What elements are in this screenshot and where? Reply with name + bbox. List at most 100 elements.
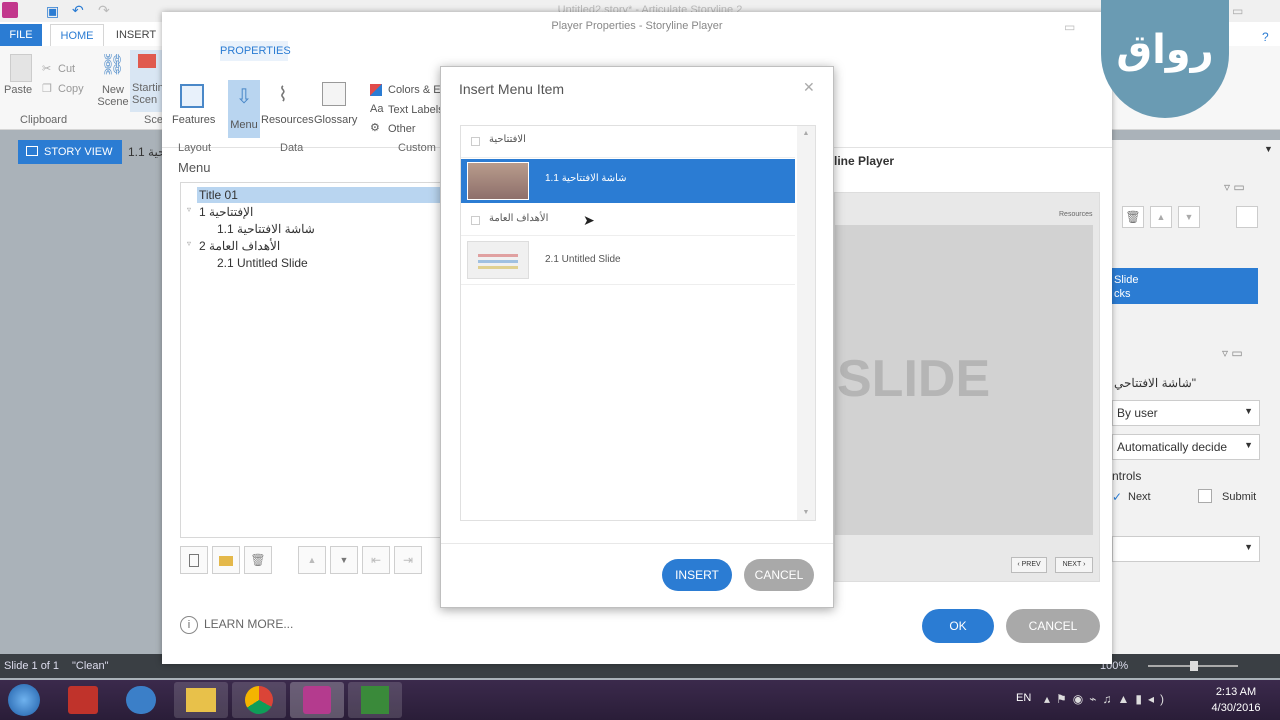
panel-collapse-icon[interactable]: ▿ ▭ xyxy=(1224,180,1245,194)
tray-icons[interactable]: ▴⚑◉⌁♫▲▮◂) xyxy=(1044,692,1170,706)
dialog-cancel-button[interactable]: CANCEL xyxy=(744,559,814,591)
chrome-icon[interactable] xyxy=(232,682,286,718)
tree-item-scene-1[interactable]: 1 الإفتتاحية xyxy=(199,205,253,219)
other-button[interactable]: Other xyxy=(388,123,416,135)
menu-icon: ⇩ xyxy=(235,86,253,108)
gear-icon: ⚙ xyxy=(370,122,380,134)
mindmanager-icon[interactable] xyxy=(68,686,98,714)
new-scene-button[interactable]: New Scene xyxy=(96,84,130,108)
move-up-icon[interactable]: ▲ xyxy=(1150,206,1172,228)
menu-label: Menu xyxy=(230,119,258,131)
expand-icon[interactable]: ▿ xyxy=(187,239,191,248)
submit-checkbox[interactable] xyxy=(1198,489,1212,503)
chevron-down-icon: ▼ xyxy=(1244,440,1253,450)
slide-name-label: شاشة الافتتاحي" xyxy=(1114,376,1197,390)
resources-button[interactable]: Resources xyxy=(261,114,314,126)
panel2-collapse-icon[interactable]: ▿ ▭ xyxy=(1222,346,1243,360)
slide-count: Slide 1 of 1 xyxy=(4,660,60,672)
insert-button[interactable]: INSERT xyxy=(662,559,732,591)
browser-icon[interactable] xyxy=(126,686,156,714)
preview-title: line Player xyxy=(834,154,895,168)
start-button[interactable] xyxy=(8,684,40,716)
tab-insert[interactable]: INSERT xyxy=(112,24,160,46)
preview-prev-button: ‹ PREV xyxy=(1011,557,1047,573)
scrollbar[interactable]: ▲ ▼ xyxy=(797,126,815,520)
colors-effects-button[interactable]: Colors & Eff xyxy=(388,84,447,96)
dialog-divider xyxy=(441,543,833,544)
menu-button[interactable]: ⇩ Menu xyxy=(228,80,260,138)
preview-resources: Resources xyxy=(1059,211,1093,218)
window-icon[interactable] xyxy=(1236,206,1258,228)
zoom-thumb[interactable] xyxy=(1190,661,1198,671)
camtasia-icon[interactable] xyxy=(348,682,402,718)
cut-button[interactable]: Cut xyxy=(58,63,75,75)
explorer-icon[interactable] xyxy=(174,682,228,718)
trash-icon[interactable]: 🗑 xyxy=(244,546,272,574)
taskbar: EN ▴⚑◉⌁♫▲▮◂) 2:13 AM 4/30/2016 xyxy=(0,680,1280,720)
minimize-icon[interactable]: ▭ xyxy=(1232,4,1243,18)
list-item-scene[interactable]: الافتتاحية xyxy=(461,126,795,158)
tree-item-slide-1-1[interactable]: 1.1 شاشة الافتتاحية xyxy=(217,222,315,236)
scroll-up-icon[interactable]: ▲ xyxy=(797,130,815,137)
tab-home[interactable]: HOME xyxy=(50,24,104,46)
cancel-button[interactable]: CANCEL xyxy=(1006,609,1100,643)
features-button[interactable]: Features xyxy=(172,114,215,126)
glossary-button[interactable]: Glossary xyxy=(314,114,357,126)
tree-item-title[interactable]: Title 01 xyxy=(199,188,238,202)
indent-icon[interactable]: ⇥ xyxy=(394,546,422,574)
scroll-down-icon[interactable]: ▼ xyxy=(797,509,815,516)
collapse-icon[interactable] xyxy=(471,137,480,146)
revisit-select[interactable]: Automatically decide ▼ xyxy=(1112,434,1260,460)
text-labels-icon: Aa xyxy=(370,103,384,115)
collapse-icon[interactable] xyxy=(471,216,480,225)
paste-button[interactable]: Paste xyxy=(4,84,32,96)
move-down-icon[interactable]: ▼ xyxy=(330,546,358,574)
expand-icon[interactable]: ▿ xyxy=(187,205,191,214)
next-checkbox[interactable]: ✓ xyxy=(1112,490,1122,504)
learn-more-link[interactable]: i LEARN MORE... xyxy=(180,616,293,634)
tree-item-scene-2[interactable]: 2 الأهداف العامة xyxy=(199,239,280,253)
menu-tree: Title 01 ▿ 1 الإفتتاحية 1.1 شاشة الافتتا… xyxy=(180,182,443,538)
list-item-slide[interactable]: 2.1 Untitled Slide xyxy=(461,237,795,285)
player-select[interactable]: ▼ xyxy=(1112,536,1260,562)
close-icon[interactable]: ✕ xyxy=(803,79,815,96)
language-indicator[interactable]: EN xyxy=(1016,692,1031,704)
new-scene-icon: ⛓ xyxy=(100,54,126,76)
list-item-slide-selected[interactable]: 1.1 شاشة الافتتاحية xyxy=(461,159,795,203)
glossary-icon xyxy=(322,82,346,106)
chevron-down-icon[interactable]: ▼ xyxy=(1264,144,1273,154)
list-item-scene[interactable]: الأهداف العامة ➤ xyxy=(461,204,795,236)
delete-icon[interactable]: 🗑 xyxy=(1122,206,1144,228)
text-labels-button[interactable]: Text Labels xyxy=(388,104,444,116)
redo-icon[interactable]: ↷ xyxy=(98,2,110,19)
move-down-icon[interactable]: ▼ xyxy=(1178,206,1200,228)
advance-select[interactable]: By user ▼ xyxy=(1112,400,1260,426)
selected-layer[interactable]: Slide cks xyxy=(1112,268,1258,304)
next-label: Next xyxy=(1128,491,1151,503)
player-preview: Resources SLIDE ‹ PREV NEXT › xyxy=(834,192,1100,582)
ok-button[interactable]: OK xyxy=(922,609,994,643)
preview-slide-area: SLIDE xyxy=(835,225,1093,535)
tab-file[interactable]: FILE xyxy=(0,24,42,46)
colors-icon xyxy=(370,84,382,96)
tab-properties[interactable]: PROPERTIES xyxy=(220,41,291,61)
storyline-taskbar-icon[interactable] xyxy=(290,682,344,718)
new-item-icon[interactable] xyxy=(180,546,208,574)
undo-icon[interactable]: ↶ xyxy=(72,2,84,19)
move-up-icon[interactable]: ▲ xyxy=(298,546,326,574)
slide-label: 1.1 شاشة الافتتاحية xyxy=(545,173,627,184)
paperclip-icon: ⌇ xyxy=(278,84,288,106)
folder-icon[interactable] xyxy=(212,546,240,574)
starting-scene-button[interactable]: Startin Scen xyxy=(130,50,164,112)
outdent-icon[interactable]: ⇤ xyxy=(362,546,390,574)
help-icon[interactable]: ? xyxy=(1262,30,1269,44)
scene-group-label: Sce xyxy=(144,114,163,126)
save-icon[interactable]: ▣ xyxy=(46,3,59,20)
maximize-icon[interactable]: ▭ xyxy=(1064,20,1075,34)
features-icon xyxy=(180,84,204,108)
tree-item-slide-2-1[interactable]: 2.1 Untitled Slide xyxy=(217,256,308,270)
slide-tab[interactable]: 1.1 حية xyxy=(128,145,166,159)
preview-next-button: NEXT › xyxy=(1055,557,1093,573)
selected-line-2: cks xyxy=(1114,288,1131,300)
copy-button[interactable]: Copy xyxy=(58,83,84,95)
